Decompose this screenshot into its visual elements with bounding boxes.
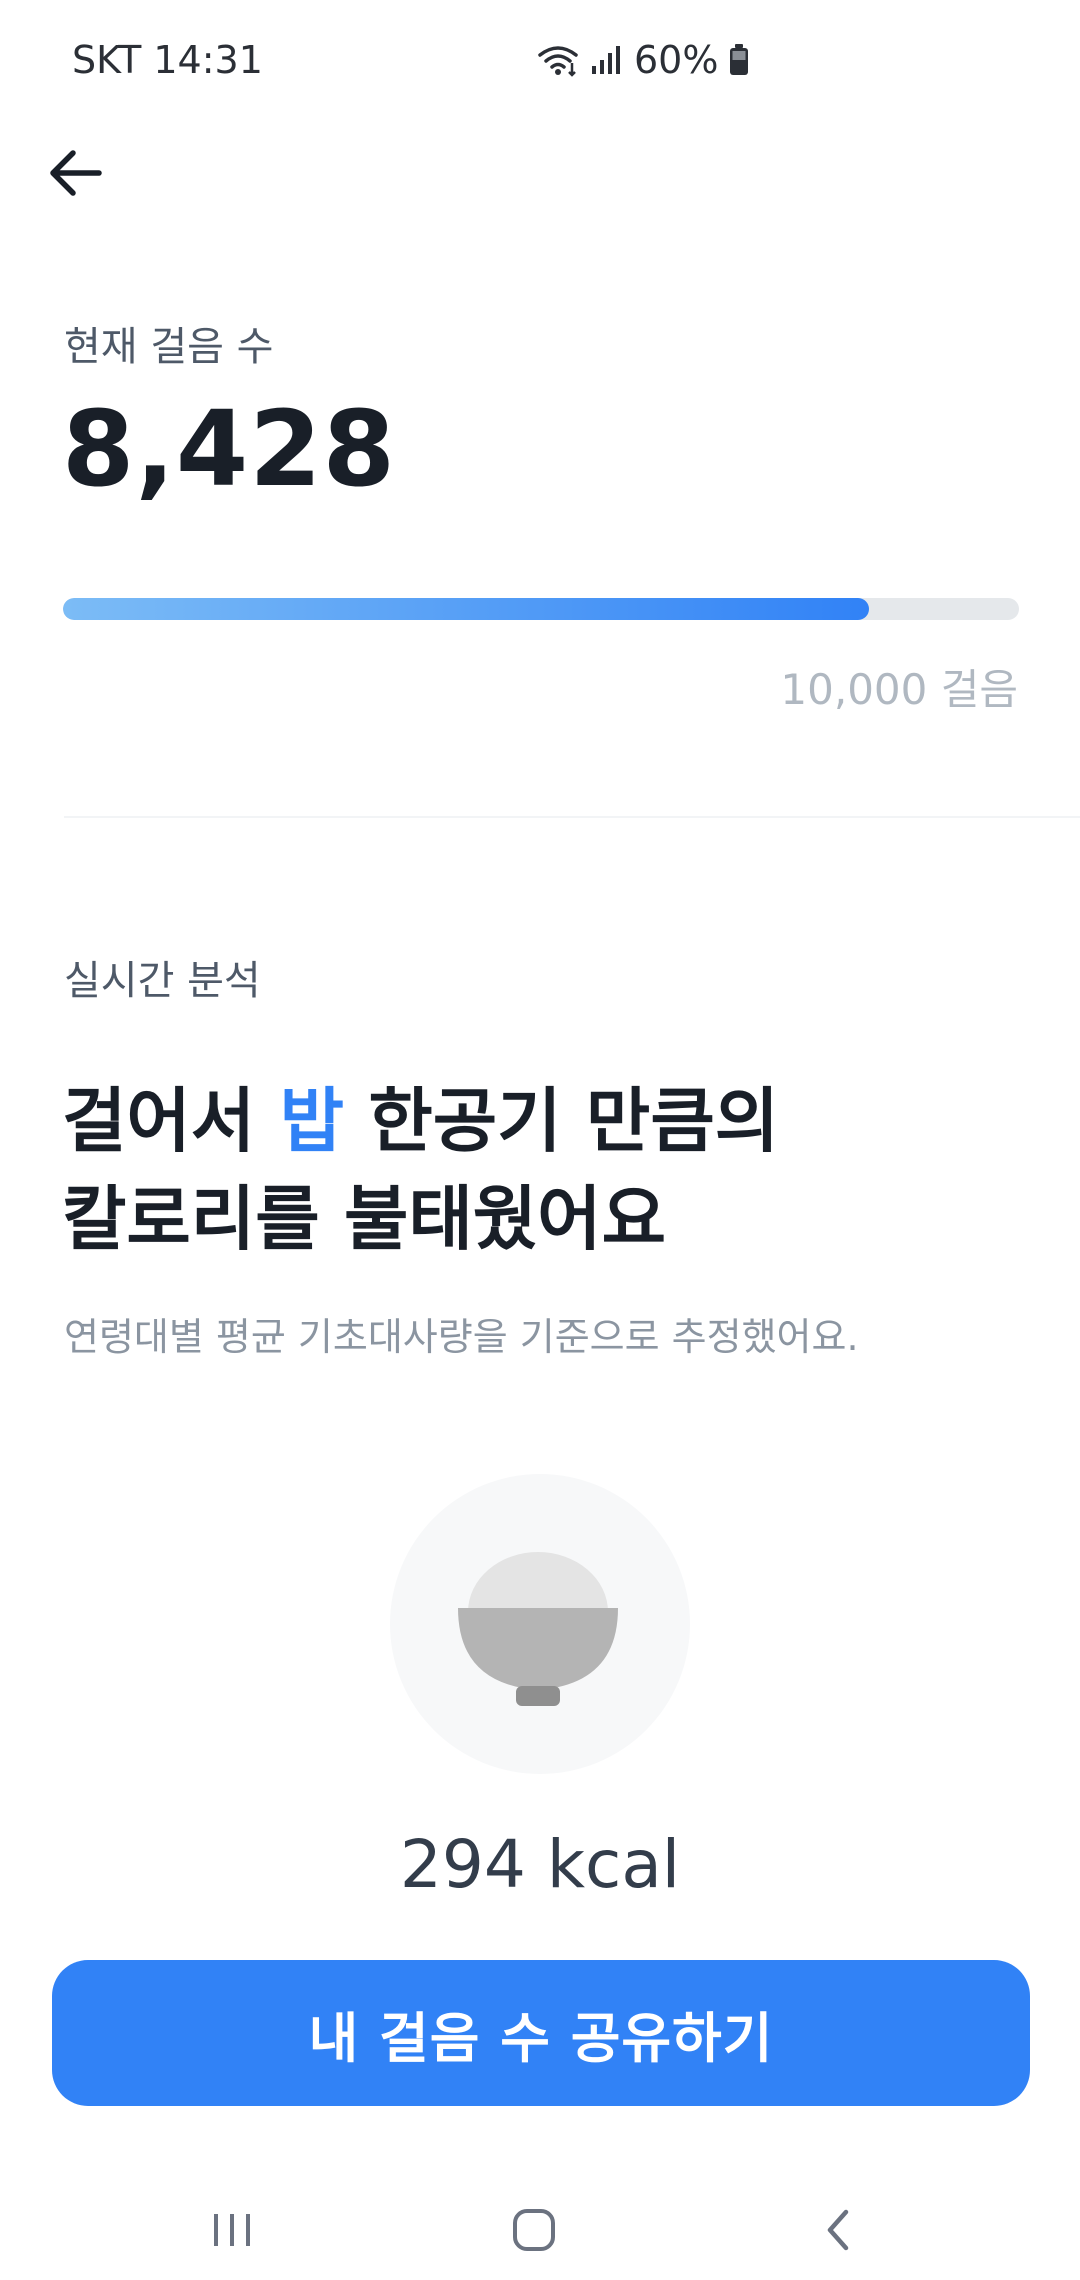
section-divider — [64, 816, 1080, 818]
headline-suffix: 한공기 만큼의 — [343, 1080, 780, 1162]
recent-apps-icon — [214, 2214, 250, 2246]
food-illustration — [390, 1474, 690, 1774]
steps-progress-fill — [63, 598, 869, 620]
nav-back-button[interactable] — [778, 2190, 898, 2270]
steps-label: 현재 걸음 수 — [64, 324, 274, 370]
headline-line2: 칼로리를 불태웠어요 — [62, 1178, 666, 1260]
headline-accent: 밥 — [279, 1080, 344, 1162]
headline-prefix: 걸어서 — [62, 1080, 280, 1162]
analysis-subtext: 연령대별 평균 기초대사량을 기준으로 추정했어요. — [64, 1315, 859, 1359]
battery-icon — [728, 43, 750, 77]
home-icon — [513, 2209, 555, 2251]
steps-progress-bar — [63, 598, 1019, 620]
home-button[interactable] — [474, 2190, 594, 2270]
wifi-icon — [536, 43, 580, 77]
section-label: 실시간 분석 — [64, 958, 261, 1004]
battery-percent: 60% — [634, 38, 719, 82]
arrow-left-icon — [47, 149, 103, 201]
status-indicators: 60% — [536, 38, 750, 82]
signal-icon — [590, 44, 624, 76]
system-nav-bar — [0, 2180, 1080, 2280]
analysis-headline: 걸어서 밥 한공기 만큼의 칼로리를 불태웠어요 — [62, 1072, 779, 1268]
steps-count: 8,428 — [62, 388, 396, 510]
kcal-value: 294 kcal — [399, 1826, 681, 1903]
status-carrier-time: SKT 14:31 — [72, 38, 263, 82]
steps-goal: 10,000 걸음 — [780, 665, 1018, 714]
share-steps-button[interactable]: 내 걸음 수 공유하기 — [52, 1960, 1030, 2106]
nav-back-icon — [827, 2209, 849, 2251]
rice-bowl-icon — [458, 1552, 618, 1706]
back-button[interactable] — [40, 140, 110, 210]
recent-apps-button[interactable] — [172, 2190, 292, 2270]
